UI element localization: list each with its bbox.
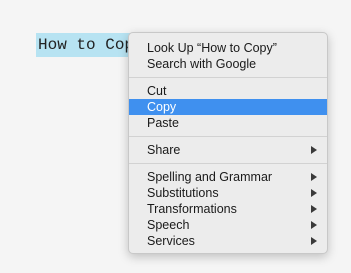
menu-item-paste[interactable]: Paste: [129, 115, 327, 131]
menu-item-label: Cut: [147, 84, 167, 98]
menu-item-label: Look Up “How to Copy”: [147, 41, 277, 55]
menu-item-label: Paste: [147, 116, 179, 130]
submenu-arrow-icon: [311, 237, 317, 245]
submenu-arrow-icon: [311, 146, 317, 154]
submenu-arrow-icon: [311, 205, 317, 213]
menu-item-label: Services: [147, 234, 195, 248]
menu-item-copy[interactable]: Copy: [129, 99, 327, 115]
menu-item-search-with-google[interactable]: Search with Google: [129, 56, 327, 72]
menu-item-cut[interactable]: Cut: [129, 83, 327, 99]
menu-item-label: Share: [147, 143, 181, 157]
menu-item-speech[interactable]: Speech: [129, 217, 327, 233]
menu-item-label: Transformations: [147, 202, 237, 216]
menu-item-services[interactable]: Services: [129, 233, 327, 249]
menu-item-label: Spelling and Grammar: [147, 170, 273, 184]
menu-item-label: Search with Google: [147, 57, 257, 71]
menu-item-label: Speech: [147, 218, 190, 232]
menu-item-spelling-and-grammar[interactable]: Spelling and Grammar: [129, 169, 327, 185]
menu-separator: [129, 77, 327, 78]
submenu-arrow-icon: [311, 189, 317, 197]
menu-item-transformations[interactable]: Transformations: [129, 201, 327, 217]
menu-item-share[interactable]: Share: [129, 142, 327, 158]
menu-item-substitutions[interactable]: Substitutions: [129, 185, 327, 201]
menu-item-label: Substitutions: [147, 186, 219, 200]
menu-item-look-up[interactable]: Look Up “How to Copy”: [129, 40, 327, 56]
submenu-arrow-icon: [311, 221, 317, 229]
menu-separator: [129, 163, 327, 164]
context-menu: Look Up “How to Copy” Search with Google…: [128, 32, 328, 254]
menu-item-label: Copy: [147, 100, 177, 114]
menu-separator: [129, 136, 327, 137]
submenu-arrow-icon: [311, 173, 317, 181]
